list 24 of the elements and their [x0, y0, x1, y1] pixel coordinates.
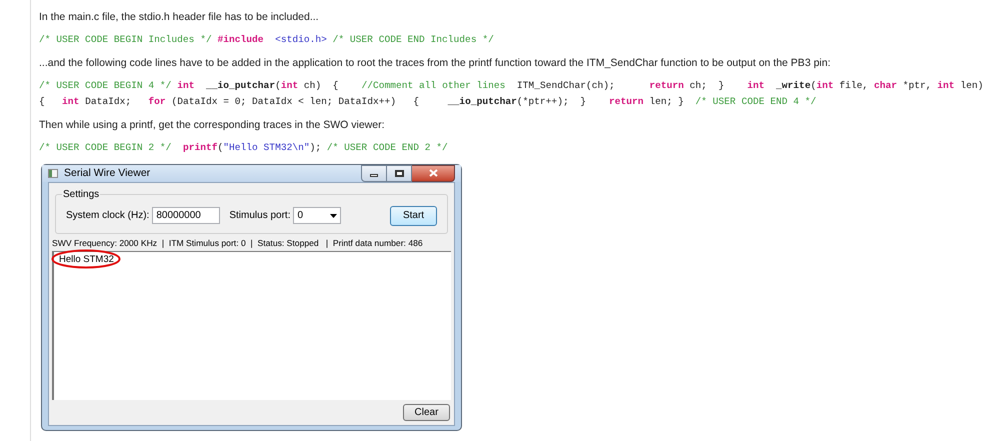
maximize-button[interactable]	[387, 165, 412, 182]
window-icon	[48, 169, 58, 178]
clear-button[interactable]: Clear	[403, 404, 450, 421]
paragraph: In the main.c file, the stdio.h header file has to be included...	[39, 10, 320, 24]
output-line: Hello STM32	[59, 254, 114, 266]
group-label: Settings	[62, 187, 100, 202]
status-text: SWV Frequency: 2000 KHz | ITM Stimulus port: 0 | Status: Stopped | Printf data number: 486	[52, 237, 423, 250]
start-button[interactable]: Start	[390, 206, 437, 226]
dropdown-caret-icon	[330, 214, 338, 218]
field-label: System clock (Hz):	[66, 209, 150, 223]
window-title: Serial Wire Viewer	[64, 166, 150, 181]
clock-input-field[interactable]: 80000000	[152, 207, 220, 224]
paragraph: Then while using a printf, get the corresponding traces in the SWO viewer:	[39, 118, 386, 132]
close-icon	[428, 169, 438, 178]
close-button[interactable]	[412, 165, 455, 182]
highlight-ellipse	[51, 249, 121, 269]
code-line: /* USER CODE BEGIN 2 */ printf("Hello STM32\n"); /* USER CODE END 2 */	[39, 141, 449, 155]
minimize-button[interactable]	[361, 165, 387, 182]
port-dropdown[interactable]: 0	[293, 207, 342, 224]
code-line: { int DataIdx; for (DataIdx = 0; DataIdx < len; DataIdx++) { __io_putchar(*ptr++); } return len; } /* USER CODE END 4 */	[39, 95, 818, 109]
field-label: Stimulus port:	[229, 209, 290, 223]
code-line: /* USER CODE BEGIN Includes */ #include <stdio.h> /* USER CODE END Includes */	[39, 33, 495, 47]
code-line: /* USER CODE BEGIN 4 */ int __io_putchar(int ch) { //Comment all other lines ITM_SendChar(ch); return ch; } int _write(int file, char *ptr, int len)	[39, 79, 984, 93]
paragraph: ...and the following code lines have to be added in the application to root the traces from the printf function toward the ITM_SendChar function to be output on the PB3 pin:	[39, 56, 832, 70]
